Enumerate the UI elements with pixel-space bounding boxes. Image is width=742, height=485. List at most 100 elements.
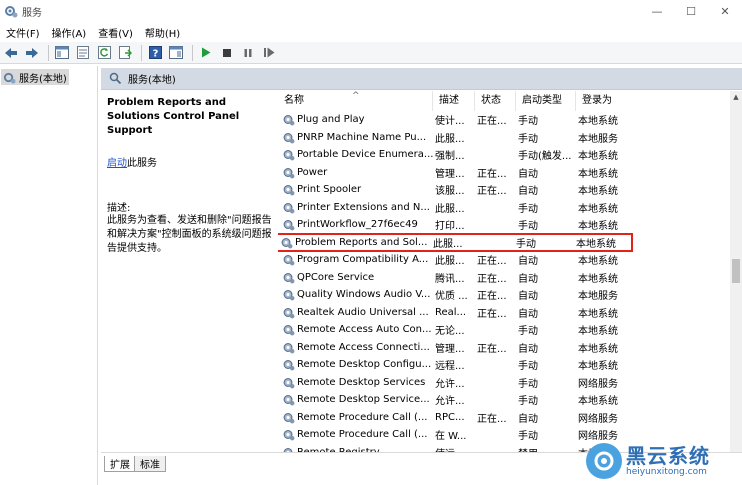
service-name: PNRP Machine Name Pu...	[278, 131, 433, 144]
scroll-up-icon[interactable]: ▲	[730, 91, 742, 103]
column-header-startup-type[interactable]: 启动类型	[516, 91, 576, 111]
start-service-button[interactable]	[197, 44, 215, 62]
service-name: Print Spooler	[278, 183, 433, 196]
service-logon-as: 本地系统	[578, 326, 618, 338]
show-action-pane-button[interactable]	[167, 44, 185, 62]
table-row[interactable]: Remote Access Connecti... 管理... 正在... 自动 本地系…	[278, 339, 730, 357]
watermark-title: 黑云系统	[626, 443, 710, 468]
service-name-text: Plug and Play	[297, 114, 365, 126]
service-gear-icon	[283, 167, 295, 179]
service-logon-as: 本地系统	[576, 238, 616, 250]
start-service-suffix: 此服务	[127, 158, 157, 169]
service-name-text: Remote Procedure Call (...	[297, 429, 428, 441]
menu-view[interactable]: 查看(V)	[92, 25, 139, 40]
table-row[interactable]: Print Spooler 该服... 正在... 自动 本地系统	[278, 181, 730, 199]
service-name-text: Realtek Audio Universal ...	[297, 306, 429, 318]
table-row[interactable]: Remote Access Auto Con... 无论... 手动 本地系统	[278, 321, 730, 339]
service-startup-type: 手动	[518, 203, 538, 215]
table-row[interactable]: Realtek Audio Universal ... Real... 正在... 自…	[278, 304, 730, 322]
service-startup-type: 自动	[518, 273, 538, 285]
service-startup-type: 手动	[518, 431, 538, 443]
menu-action[interactable]: 操作(A)	[46, 25, 93, 40]
watermark-text: 黑云系统 heiyunxitong.com	[626, 445, 710, 477]
service-description: 打印...	[435, 221, 465, 233]
column-header-label: 名称	[284, 95, 304, 106]
table-row[interactable]: Printer Extensions and N... 此服... 手动 本地系统	[278, 199, 730, 217]
table-row[interactable]: Quality Windows Audio V... 优质 ... 正在... 自动 本…	[278, 286, 730, 304]
menu-help[interactable]: 帮助(H)	[139, 25, 186, 40]
column-header-status[interactable]: 状态	[475, 91, 516, 111]
column-header-name[interactable]: 名称 ^	[278, 91, 433, 111]
service-name-text: PrintWorkflow_27f6ec49	[297, 219, 418, 231]
service-logon-as: 网络服务	[578, 413, 618, 425]
service-description: 无论...	[435, 326, 465, 338]
toolbar-separator	[141, 44, 142, 61]
service-description: 允许...	[435, 396, 465, 408]
maximize-button[interactable]: ☐	[674, 0, 708, 22]
vertical-scrollbar[interactable]: ▲	[730, 91, 742, 452]
table-row[interactable]: Remote Desktop Service... 允许... 手动 本地系统	[278, 391, 730, 409]
table-row[interactable]: QPCore Service 腾讯... 正在... 自动 本地系统	[278, 269, 730, 287]
service-description: 此服...	[435, 203, 465, 215]
service-name-text: Portable Device Enumera...	[297, 149, 433, 161]
service-status: 正在...	[477, 186, 507, 198]
service-logon-as: 本地系统	[578, 361, 618, 373]
service-description: 在 W...	[435, 431, 467, 443]
service-startup-type: 手动	[518, 221, 538, 233]
properties-icon	[77, 46, 89, 59]
column-header-logon-as[interactable]: 登录为	[576, 91, 632, 111]
service-startup-type: 手动	[518, 361, 538, 373]
export-list-button[interactable]	[116, 44, 134, 62]
column-header-label: 登录为	[582, 95, 612, 106]
table-row[interactable]: Program Compatibility A... 此服... 正在... 自动 本地…	[278, 251, 730, 269]
table-row[interactable]: Plug and Play 使计... 正在... 手动 本地系统	[278, 111, 730, 129]
service-startup-type: 自动	[518, 343, 538, 355]
service-status: 正在...	[477, 308, 507, 320]
forward-button[interactable]	[23, 44, 41, 62]
start-service-link[interactable]: 启动	[107, 158, 127, 169]
table-row[interactable]: Power 管理... 正在... 自动 本地系统	[278, 164, 730, 182]
table-row[interactable]: PNRP Machine Name Pu... 此服... 手动 本地服务	[278, 129, 730, 147]
service-description: 此服...	[433, 238, 463, 250]
column-header-label: 启动类型	[522, 95, 562, 106]
properties-button[interactable]	[74, 44, 92, 62]
service-description: 优质 ...	[435, 291, 468, 303]
table-row-highlighted[interactable]: Problem Reports and Sol... 此服... 手动 本地系统	[278, 232, 633, 252]
menu-file[interactable]: 文件(F)	[0, 25, 46, 40]
table-row[interactable]: Remote Desktop Services 允许... 手动 网络服务	[278, 374, 730, 392]
table-row[interactable]: Remote Procedure Call (... RPC... 正在... 自动 网…	[278, 409, 730, 427]
minimize-button[interactable]: —	[640, 0, 674, 22]
service-name: Remote Desktop Service...	[278, 393, 433, 406]
show-console-tree-button[interactable]	[53, 44, 71, 62]
service-description: 此服...	[435, 256, 465, 268]
table-row[interactable]: Portable Device Enumera... 强制... 手动(触发... 本…	[278, 146, 730, 164]
service-startup-type: 自动	[518, 186, 538, 198]
service-startup-type: 自动	[518, 256, 538, 268]
export-list-icon	[118, 46, 132, 59]
service-gear-icon	[283, 395, 295, 406]
tab-extended[interactable]: 扩展	[104, 456, 136, 472]
service-gear-icon	[283, 412, 295, 424]
help-button[interactable]: ?	[146, 44, 164, 62]
close-button[interactable]: ✕	[708, 0, 742, 22]
service-gear-icon	[283, 360, 295, 371]
table-row[interactable]: Remote Desktop Configu... 远程... 手动 本地系统	[278, 356, 730, 374]
scrollbar-thumb[interactable]	[732, 259, 740, 283]
service-name: Problem Reports and Sol...	[278, 236, 431, 249]
back-button[interactable]	[2, 44, 20, 62]
column-header-description[interactable]: 描述	[433, 91, 475, 111]
table-row[interactable]: PrintWorkflow_27f6ec49 打印... 手动 本地系统	[278, 216, 730, 234]
toolbar-separator	[192, 44, 193, 61]
cloud-logo-icon	[594, 451, 614, 470]
column-header-label: 状态	[481, 95, 501, 106]
tab-standard[interactable]: 标准	[134, 456, 166, 472]
service-startup-type: 自动	[518, 168, 538, 180]
refresh-button[interactable]	[95, 44, 113, 62]
service-name-text: Remote Desktop Configu...	[297, 359, 432, 371]
stop-service-button[interactable]	[218, 44, 236, 62]
service-startup-type: 手动	[518, 396, 538, 408]
tree-item-services-local[interactable]: 服务(本地)	[1, 69, 69, 85]
console-tree-icon	[55, 46, 69, 59]
restart-service-button[interactable]	[260, 44, 278, 62]
pause-service-button[interactable]	[239, 44, 257, 62]
